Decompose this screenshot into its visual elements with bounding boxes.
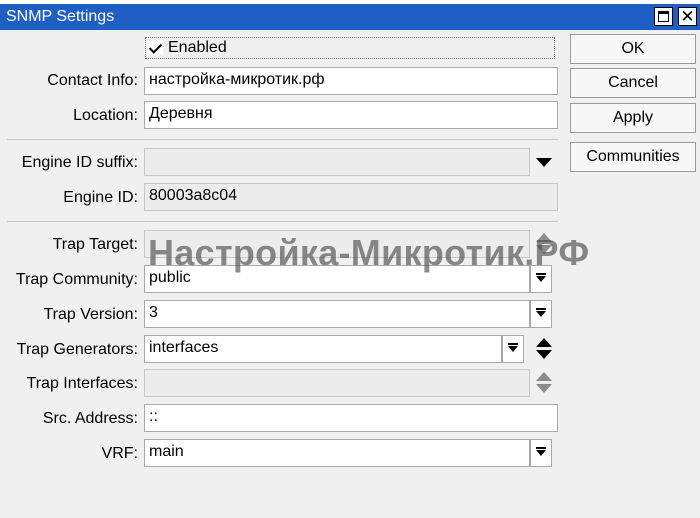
title-bar[interactable]: SNMP Settings ✕ <box>0 4 700 30</box>
location-label: Location: <box>73 107 138 124</box>
engine-id-label: Engine ID: <box>63 189 138 206</box>
enabled-label: Enabled <box>168 39 227 56</box>
trap-version-label: Trap Version: <box>43 306 138 323</box>
location-input[interactable]: Деревня <box>144 101 558 129</box>
snmp-settings-form: Enabled Contact Info: настройка-микротик… <box>0 30 700 518</box>
trap-version-input[interactable]: 3 <box>144 300 530 328</box>
maximize-icon[interactable] <box>654 7 673 26</box>
select-arrow-icon[interactable] <box>530 300 552 328</box>
trap-generators-label: Trap Generators: <box>16 341 138 358</box>
separator <box>7 139 558 140</box>
trap-target-label: Trap Target: <box>52 236 138 253</box>
vrf-input[interactable]: main <box>144 439 530 467</box>
up-down-arrows-icon[interactable] <box>536 372 552 394</box>
watermark-text: Настройка-Микротик.РФ <box>148 232 590 273</box>
window-title: SNMP Settings <box>6 8 115 25</box>
cancel-button[interactable]: Cancel <box>570 68 696 98</box>
apply-button[interactable]: Apply <box>570 103 696 133</box>
trap-community-label: Trap Community: <box>15 271 138 288</box>
select-arrow-icon[interactable] <box>530 439 552 467</box>
communities-button[interactable]: Communities <box>570 142 696 172</box>
enabled-checkbox[interactable]: Enabled <box>145 37 555 59</box>
separator <box>7 221 558 222</box>
engine-id-suffix-input[interactable] <box>144 148 530 176</box>
ok-button[interactable]: OK <box>570 34 696 64</box>
contact-info-input[interactable]: настройка-микротик.рф <box>144 67 558 95</box>
trap-generators-input[interactable]: interfaces <box>144 335 502 363</box>
trap-interfaces-input[interactable] <box>144 369 530 397</box>
select-arrow-icon[interactable] <box>502 335 524 363</box>
contact-info-label: Contact Info: <box>47 72 138 89</box>
up-down-arrows-icon[interactable] <box>536 338 552 360</box>
engine-id-suffix-label: Engine ID suffix: <box>21 154 138 171</box>
checkmark-icon <box>148 40 163 55</box>
src-address-label: Src. Address: <box>42 410 138 427</box>
trap-interfaces-label: Trap Interfaces: <box>26 375 138 392</box>
dropdown-arrow-icon[interactable] <box>536 158 552 167</box>
src-address-input[interactable]: :: <box>144 404 558 432</box>
vrf-label: VRF: <box>101 445 138 462</box>
engine-id-field: 80003a8c04 <box>144 183 558 211</box>
close-icon[interactable]: ✕ <box>678 7 697 26</box>
